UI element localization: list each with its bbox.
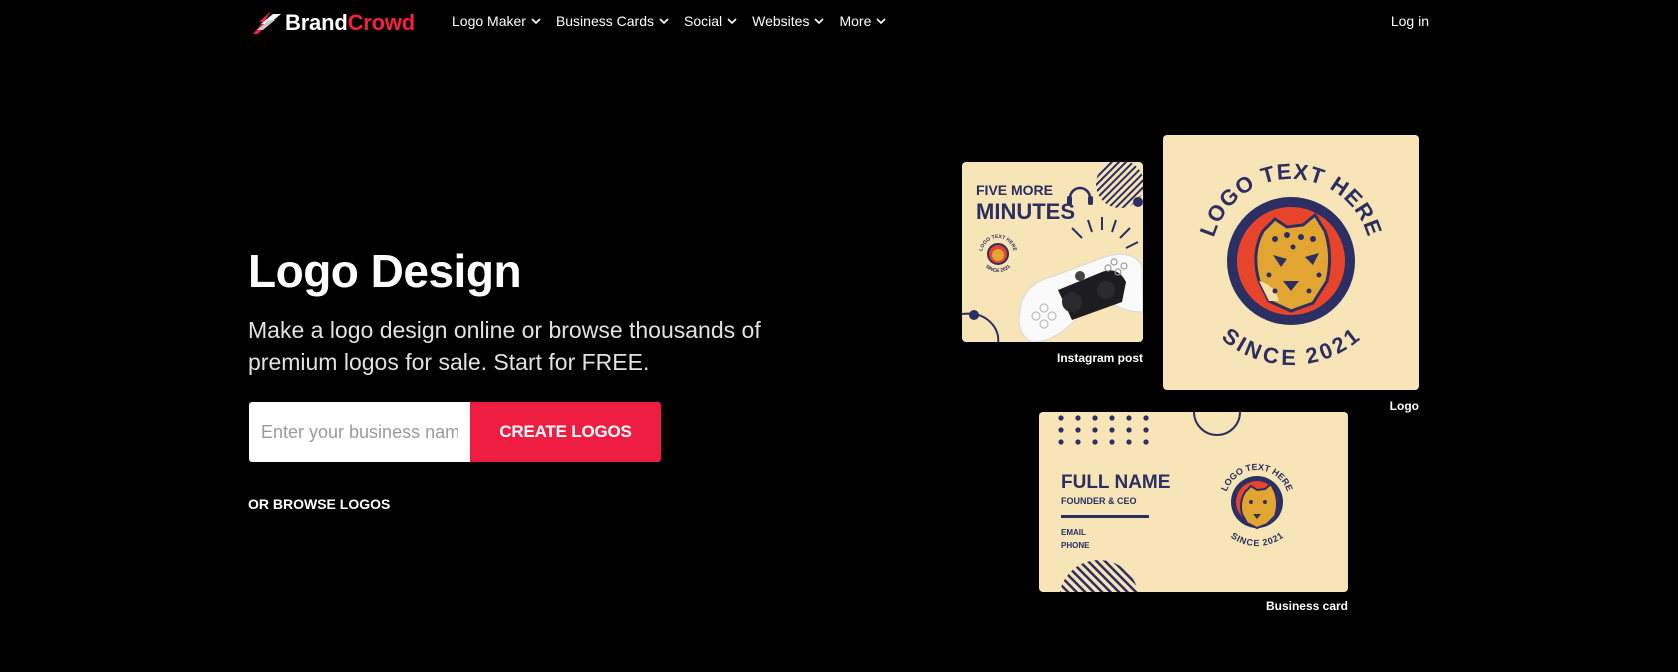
instagram-post-caption: Instagram post (1056, 351, 1143, 365)
card-full-name: FULL NAME (1061, 472, 1170, 493)
svg-text:SINCE 2021: SINCE 2021 (1218, 323, 1365, 370)
brand-name: BrandCrowd (285, 10, 415, 36)
menu-more[interactable]: More (839, 13, 886, 29)
menu-label: Logo Maker (452, 13, 526, 29)
browse-logos-link[interactable]: OR BROWSE LOGOS (248, 496, 390, 512)
menu-social[interactable]: Social (684, 13, 737, 29)
card-email: EMAIL (1061, 528, 1086, 537)
card-role: FOUNDER & CEO (1061, 496, 1137, 506)
card-badge-bottom-text: SINCE 2021 (1229, 531, 1285, 549)
ig-line1: FIVE MORE (976, 182, 1053, 198)
instagram-post-art: FIVE MORE MINUTES LOGO TEXT HERE SINCE 2… (962, 162, 1143, 342)
card-phone: PHONE (1061, 541, 1090, 550)
business-card-preview[interactable]: FULL NAME FOUNDER & CEO EMAIL PHONE LOGO… (1039, 412, 1348, 592)
business-card-caption: Business card (1265, 599, 1348, 613)
main-menu: Logo Maker Business Cards Social Website… (452, 13, 901, 29)
mini-leopard-badge: LOGO TEXT HERE SINCE 2021 (978, 234, 1018, 274)
mini-bottom-text: SINCE 2021 (984, 264, 1012, 274)
chevron-down-icon (727, 17, 737, 24)
svg-text:SINCE 2021: SINCE 2021 (1229, 531, 1285, 549)
brand-logo[interactable]: BrandCrowd (249, 8, 415, 38)
instagram-post-preview[interactable]: FIVE MORE MINUTES LOGO TEXT HERE SINCE 2… (962, 162, 1143, 342)
brand-name-part2: Crowd (347, 10, 416, 35)
brandcrowd-logo-icon (253, 11, 281, 34)
menu-label: Websites (752, 13, 810, 29)
logo-bottom-text: SINCE 2021 (1218, 323, 1364, 370)
menu-label: Business Cards (555, 13, 654, 29)
menu-business-cards[interactable]: Business Cards (556, 13, 669, 29)
business-name-input[interactable] (249, 402, 470, 462)
chevron-down-icon (531, 17, 541, 24)
logo-preview[interactable]: LOGO TEXT HERE SINCE 2021 (1163, 135, 1419, 390)
gamepad-icon (1018, 253, 1143, 342)
svg-text:SINCE 2021: SINCE 2021 (984, 264, 1012, 274)
ig-line2: MINUTES (976, 199, 1075, 224)
chevron-down-icon (876, 17, 886, 24)
card-leopard-badge: LOGO TEXT HERE SINCE 2021 (1219, 462, 1295, 549)
menu-logo-maker[interactable]: Logo Maker (452, 13, 541, 29)
menu-websites[interactable]: Websites (752, 13, 825, 29)
page-title: Logo Design (248, 245, 522, 297)
sunburst-lines (1071, 217, 1139, 249)
dot-decor (969, 310, 979, 320)
hero-subtitle: Make a logo design online or browse thou… (248, 317, 761, 375)
create-logos-button[interactable]: CREATE LOGOS (470, 402, 661, 462)
chevron-down-icon (659, 17, 669, 24)
logo-caption: Logo (1389, 399, 1419, 413)
menu-label: Social (683, 13, 723, 29)
chevron-down-icon (814, 17, 825, 24)
menu-label: More (839, 13, 872, 29)
dot-grid (1058, 415, 1149, 445)
leopard-icon (1254, 212, 1332, 313)
business-card-art: FULL NAME FOUNDER & CEO EMAIL PHONE LOGO… (1058, 412, 1295, 592)
dot-decor (1133, 197, 1143, 207)
create-logo-form: CREATE LOGOS (249, 402, 661, 462)
login-link[interactable]: Log in (1391, 13, 1429, 29)
top-nav: BrandCrowd Logo Maker Business Cards Soc… (0, 0, 1678, 46)
ring-decor (1193, 412, 1241, 436)
curve-decor (962, 312, 1000, 342)
hatch-circle (1059, 560, 1139, 592)
brand-name-part1: Brand (285, 10, 348, 35)
logo-art: LOGO TEXT HERE SINCE 2021 (1195, 159, 1387, 370)
divider (1061, 515, 1149, 518)
